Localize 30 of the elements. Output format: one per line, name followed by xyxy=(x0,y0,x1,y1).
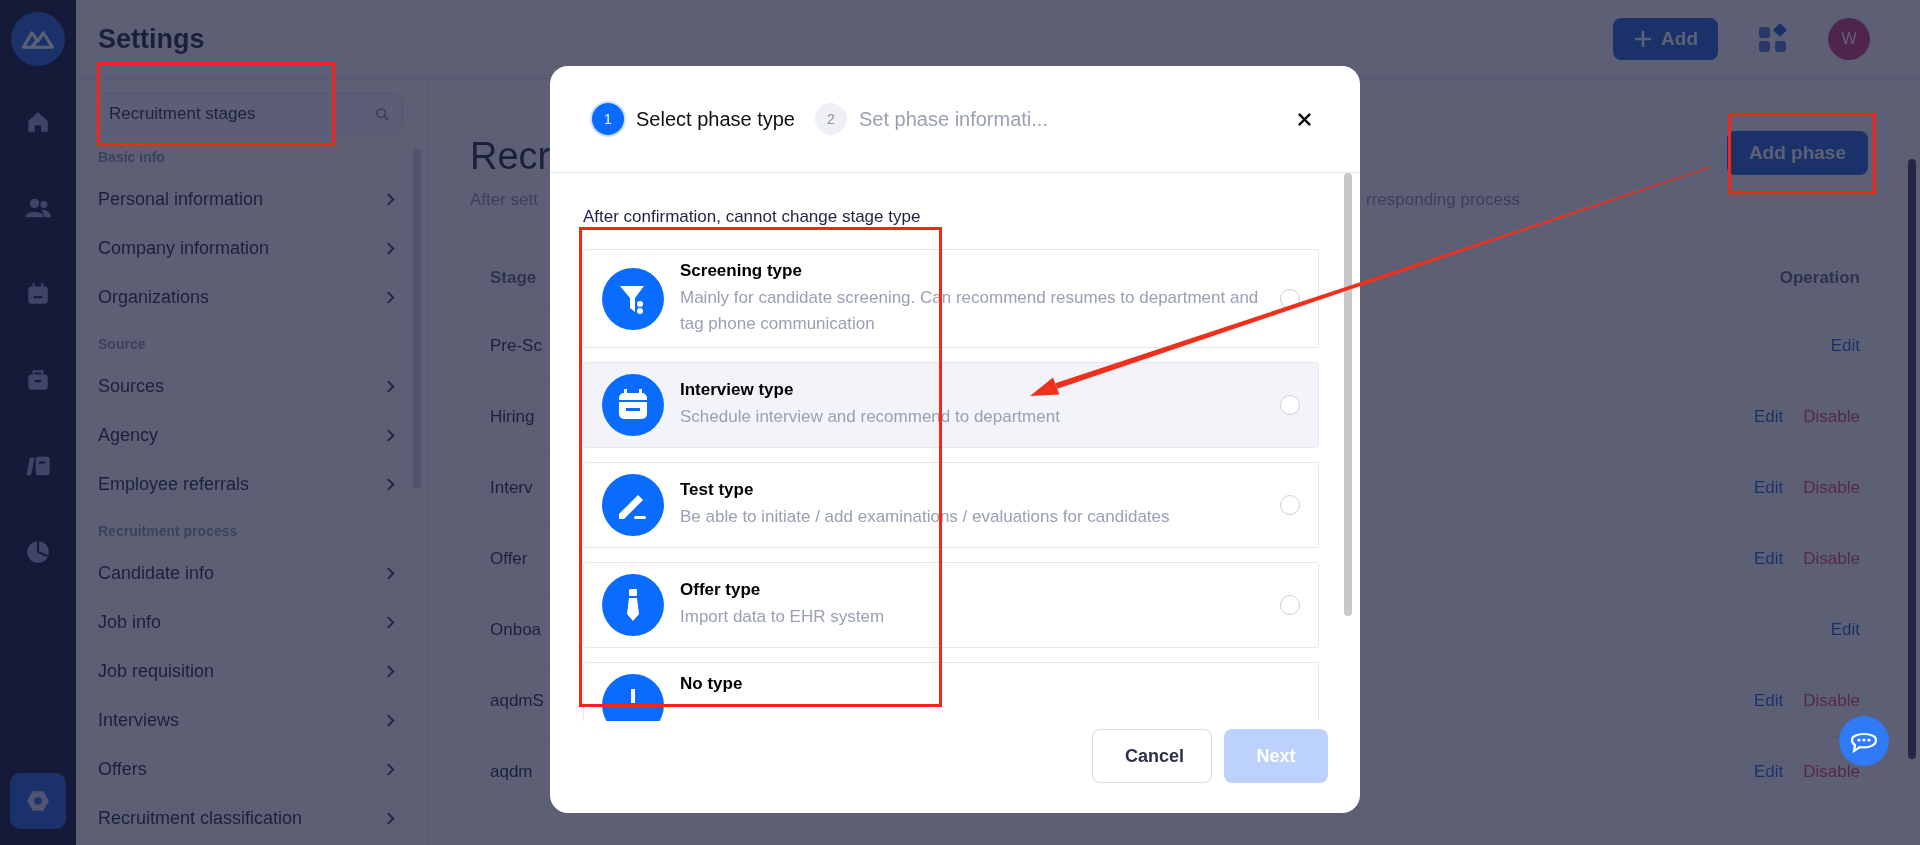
scrollbar[interactable] xyxy=(1344,173,1352,616)
option-title: Interview type xyxy=(680,380,795,401)
screening-type-icon xyxy=(602,267,664,330)
hint-text: After confirmation, cannot change stage type xyxy=(583,207,922,227)
offer-type-icon xyxy=(602,574,664,636)
radio-button[interactable] xyxy=(1280,495,1300,515)
table-cell: aqdm xyxy=(490,762,533,782)
test-type-icon xyxy=(602,474,664,536)
table-cell: Pre-Sc xyxy=(490,336,542,356)
option-title: No type xyxy=(680,674,744,694)
option-description: Import data to EHR system xyxy=(680,606,886,629)
table-cell: Interv xyxy=(490,478,533,498)
table-cell: Onboa xyxy=(490,620,542,640)
radio-button[interactable] xyxy=(1280,595,1300,615)
close-icon[interactable] xyxy=(1297,111,1312,127)
radio-button[interactable] xyxy=(1280,288,1300,309)
option-card[interactable]: Offer type Import data to EHR system xyxy=(583,562,1319,648)
table-cell: Offer xyxy=(490,549,528,569)
none-type-icon xyxy=(602,674,664,721)
page-heading: Recr xyxy=(470,135,551,178)
radio-button[interactable] xyxy=(1280,395,1300,415)
option-title: Screening type xyxy=(680,261,803,281)
interview-type-icon xyxy=(602,374,664,436)
option-title: Offer type xyxy=(680,580,762,601)
page-title: Settings xyxy=(98,23,205,55)
table-cell: Hiring xyxy=(490,407,535,427)
chat-icon[interactable] xyxy=(1839,716,1889,766)
table-cell: aqdmS xyxy=(490,691,544,711)
cancel-button[interactable]: Cancel xyxy=(1092,729,1212,783)
option-title: Test type xyxy=(680,480,755,501)
